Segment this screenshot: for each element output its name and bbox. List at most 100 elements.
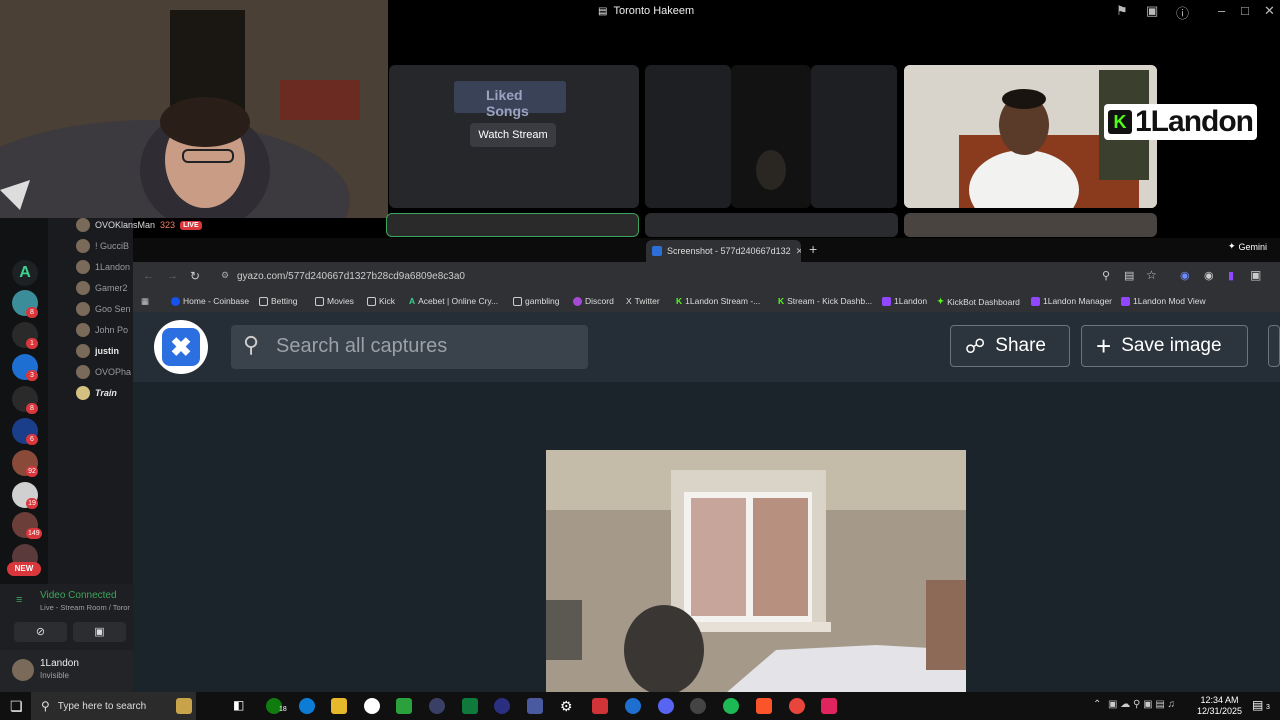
share-button[interactable]: ☍ Share (950, 325, 1070, 367)
edge-browser-icon[interactable] (299, 698, 315, 714)
member-row[interactable]: 1Landon (76, 260, 130, 274)
participant-tile-2[interactable] (731, 65, 811, 208)
save-image-button[interactable]: + Save image (1081, 325, 1248, 367)
bookmark-label: 1Landon (894, 296, 928, 306)
taskbar-widget-icon[interactable] (176, 698, 192, 714)
bookmark-item[interactable]: Kick (367, 296, 395, 306)
bookmark-item[interactable]: K Stream - Kick Dashb... (778, 296, 872, 306)
plus-icon: + (1096, 330, 1112, 361)
media-player-icon[interactable] (494, 698, 510, 714)
discord-taskbar-icon[interactable] (658, 698, 674, 714)
back-icon[interactable]: ← (143, 270, 154, 282)
member-row[interactable]: OVOKlansMan 323 LIVE (76, 218, 202, 232)
window-icon[interactable]: ▣ (1146, 3, 1158, 19)
file-explorer-icon[interactable] (331, 698, 347, 714)
participant-tile-3[interactable] (811, 65, 897, 208)
minimize-icon[interactable]: – (1218, 3, 1225, 18)
steam-icon[interactable] (364, 698, 380, 714)
server-acebet[interactable]: A (12, 260, 38, 286)
site-info-icon[interactable]: ⚙ (221, 270, 229, 281)
close-window-icon[interactable]: ✕ (1264, 3, 1275, 19)
participant-tile-1[interactable] (645, 65, 731, 208)
task-view-icon[interactable]: ◧ (233, 698, 249, 714)
gyazo-logo[interactable]: ✖ (154, 320, 208, 374)
calculator-icon[interactable] (527, 698, 543, 714)
pink-app-icon[interactable] (821, 698, 837, 714)
screen-share-button[interactable]: ▣ (73, 622, 126, 642)
participant-tile-5[interactable] (904, 213, 1157, 237)
gemini-button[interactable]: ✦ Gemini (1228, 241, 1267, 252)
member-row[interactable]: OVOPha (76, 365, 131, 379)
member-row[interactable]: John Po (76, 323, 128, 337)
liked-songs-banner: Liked Songs (454, 81, 566, 119)
bookmark-star-icon[interactable]: ☆ (1146, 268, 1157, 282)
member-row[interactable]: justin (76, 344, 119, 358)
url-field[interactable]: gyazo.com/577d240667d1327b28cd9a6809e8c3… (237, 267, 1237, 287)
member-row[interactable]: ! GucciB (76, 239, 129, 253)
bookmark-label: Kick (379, 296, 396, 306)
obs-icon[interactable] (690, 698, 706, 714)
bookmark-item[interactable]: Home - Coinbase (171, 296, 249, 306)
red-app-icon[interactable] (592, 698, 608, 714)
settings-gear-icon[interactable]: ⚙ (560, 698, 576, 714)
search-input[interactable]: ⚲ Search all captures (231, 325, 588, 369)
extension-1-icon[interactable]: ◉ (1180, 269, 1190, 282)
participant-tile-speaking[interactable] (386, 213, 639, 237)
notification-icon[interactable]: ▤ (1252, 698, 1263, 712)
bookmark-item[interactable]: A Acebet | Online Cry... (409, 296, 498, 306)
x-twitter-icon: X (626, 296, 632, 306)
clock[interactable]: 12:34 AM 12/31/2025 (1197, 695, 1242, 717)
inbox-icon[interactable]: ⚑ (1116, 3, 1128, 19)
stream-tile[interactable]: Liked Songs Watch Stream (389, 65, 639, 208)
help-icon[interactable]: ⓘ (1176, 3, 1189, 22)
taskbar-search[interactable]: ⚲ Type here to search (31, 692, 196, 720)
forward-icon[interactable]: → (167, 270, 178, 282)
bookmark-item[interactable]: ✦ KickBot Dashboard (937, 296, 1020, 307)
camera-off-button[interactable]: ⊘ (14, 622, 67, 642)
signal-icon: ≡ (16, 594, 23, 606)
bookmark-item[interactable]: K 1Landon Stream -... (676, 296, 760, 306)
install-icon[interactable]: ▤ (1124, 269, 1134, 282)
bookmark-item[interactable]: gambling (513, 296, 560, 306)
bookmark-item[interactable]: Discord (573, 296, 614, 306)
user-panel: 1Landon Invisible (0, 650, 133, 692)
member-row[interactable]: Gamer2 (76, 281, 128, 295)
bookmark-item[interactable]: 1Landon Mod View (1121, 296, 1206, 306)
member-row[interactable]: Train (76, 386, 117, 400)
close-tab-icon[interactable]: ✕ (796, 246, 801, 257)
folder-icon (315, 296, 324, 306)
bookmark-item[interactable]: Betting (259, 296, 297, 306)
app-icon-1[interactable] (429, 698, 445, 714)
bookmark-item[interactable]: 1Landon (882, 296, 927, 306)
more-button[interactable] (1268, 325, 1280, 367)
tray-chevron-up-icon[interactable]: ⌃ (1093, 699, 1101, 710)
apps-grid-icon[interactable]: ▦ (141, 296, 149, 307)
brave-icon[interactable] (756, 698, 772, 714)
zoom-icon[interactable]: ⚲ (1102, 269, 1110, 282)
watch-stream-button[interactable]: Watch Stream (470, 123, 556, 147)
nvidia-icon[interactable] (462, 698, 478, 714)
member-row[interactable]: Goo Sen (76, 302, 131, 316)
bookmark-item[interactable]: X Twitter (626, 296, 660, 306)
captured-screenshot-image[interactable] (546, 450, 966, 693)
tray-icons[interactable]: ▣ ☁ ⚲ ▣ ▤ ♫ (1108, 699, 1175, 710)
voice-room[interactable]: Live - Stream Room / Toror (40, 603, 133, 612)
extension-2-icon[interactable]: ◉ (1204, 269, 1214, 282)
reload-icon[interactable]: ↻ (190, 269, 200, 283)
store-icon[interactable] (396, 698, 412, 714)
tab-title: Screenshot - 577d240667d132 (667, 246, 791, 256)
maximize-icon[interactable]: □ (1241, 3, 1249, 18)
app-icon-2[interactable] (625, 698, 641, 714)
new-tab-icon[interactable]: + (809, 241, 817, 257)
participant-tile-4[interactable] (645, 213, 898, 237)
spotify-icon[interactable] (723, 698, 739, 714)
bookmark-item[interactable]: 1Landon Manager (1031, 296, 1112, 306)
bookmark-item[interactable]: Movies (315, 296, 354, 306)
browser-tab-gyazo[interactable]: Screenshot - 577d240667d132 ✕ (646, 240, 801, 262)
folder-icon (367, 296, 376, 306)
user-avatar[interactable] (12, 659, 34, 681)
start-windows-icon[interactable]: ❏ (10, 698, 23, 715)
twitch-extension-icon[interactable]: ▮ (1228, 269, 1234, 282)
extensions-puzzle-icon[interactable]: ▣ (1250, 268, 1261, 282)
chrome-icon[interactable] (789, 698, 805, 714)
